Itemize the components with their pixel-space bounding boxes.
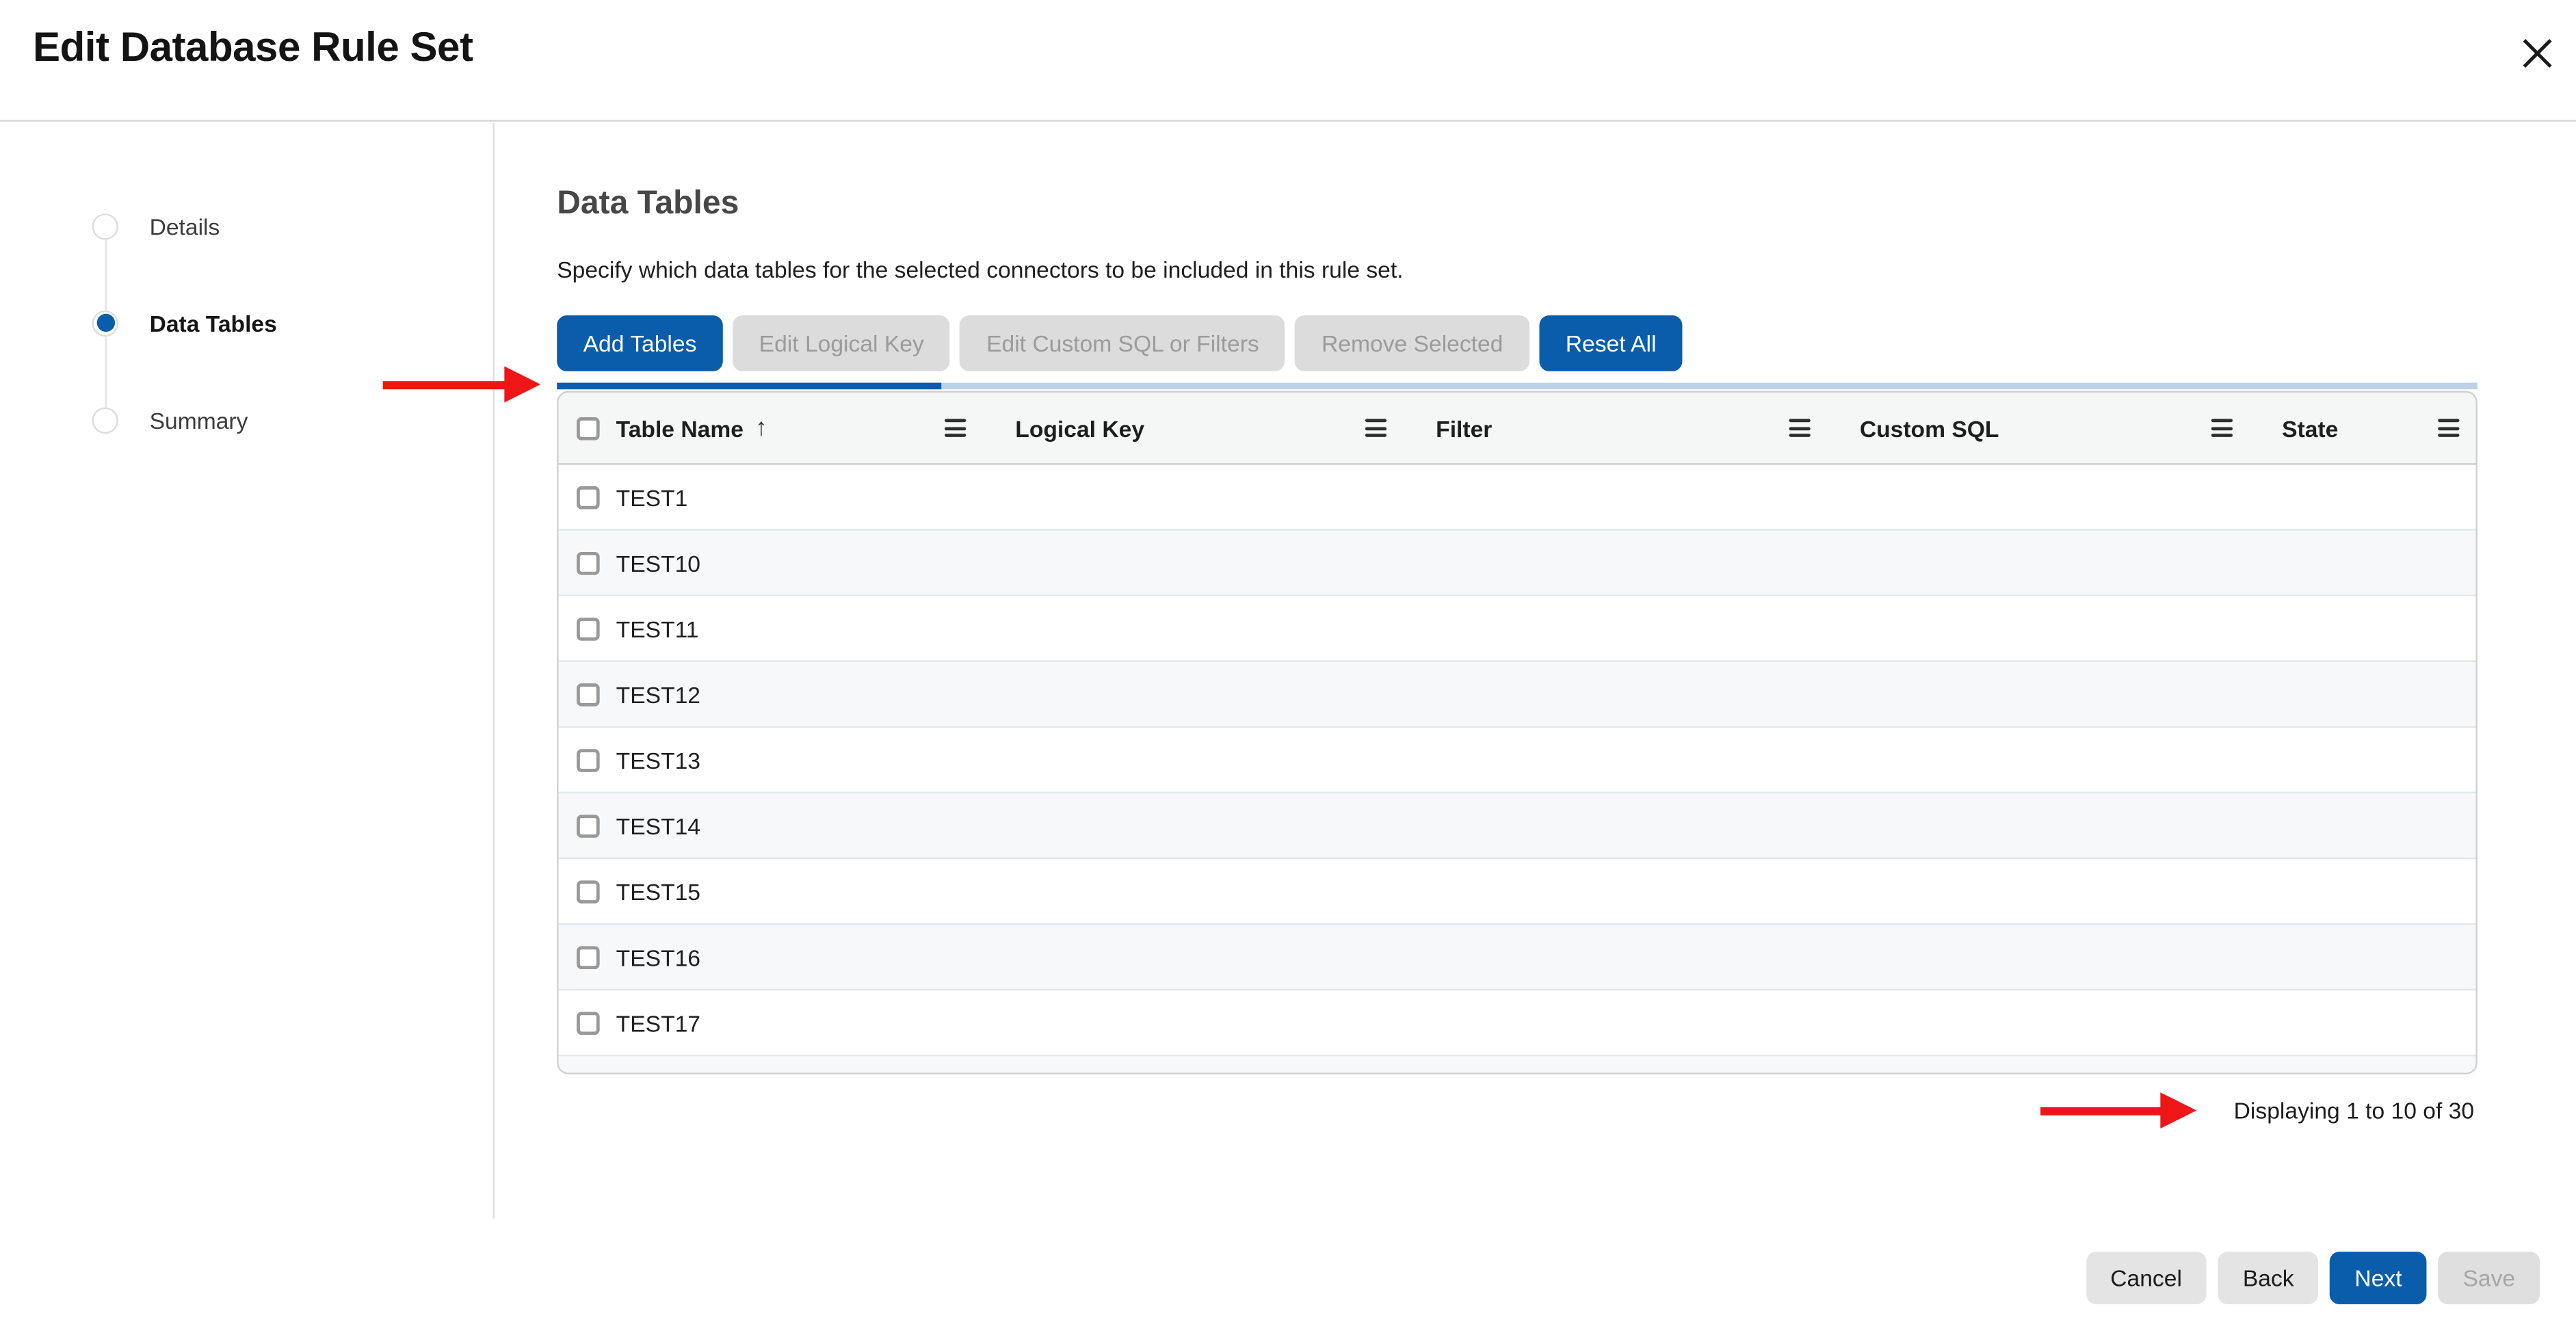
row-checkbox[interactable] (577, 617, 600, 640)
edit-logical-key-button[interactable]: Edit Logical Key (733, 315, 950, 371)
close-button[interactable] (2517, 33, 2557, 72)
sort-ascending-icon[interactable]: ↑ (755, 414, 767, 442)
stepper-connector-line (105, 239, 107, 309)
table-name-cell: TEST13 (616, 747, 700, 773)
column-header-filter[interactable]: Filter (1403, 393, 1827, 463)
annotation-arrow-pagination-head (2160, 1092, 2196, 1128)
stepper-connector-line (105, 336, 107, 406)
table-toolbar: Add Tables Edit Logical Key Edit Custom … (557, 315, 1683, 371)
edit-custom-sql-filters-button[interactable]: Edit Custom SQL or Filters (960, 315, 1286, 371)
horizontal-scrollbar-track[interactable] (557, 383, 2478, 390)
next-button[interactable]: Next (2330, 1252, 2426, 1304)
step-circle-summary[interactable] (92, 406, 118, 432)
annotation-arrow-toolbar (383, 381, 508, 389)
dialog-title: Edit Database Rule Set (33, 25, 473, 72)
save-button[interactable]: Save (2438, 1252, 2540, 1304)
row-checkbox[interactable] (577, 814, 600, 837)
table-row[interactable]: TEST11 (559, 594, 2476, 660)
step-circle-data-tables[interactable] (92, 310, 118, 336)
table-name-cell: TEST12 (616, 681, 700, 707)
table-header-row: Table Name ↑ Logical Key Filter Custom S… (559, 393, 2476, 465)
row-checkbox[interactable] (577, 945, 600, 968)
wizard-stepper-sidebar: Details Data Tables Summary (0, 122, 495, 1218)
dialog-header: Edit Database Rule Set (0, 0, 2576, 122)
column-menu-icon[interactable] (2211, 419, 2233, 436)
back-button[interactable]: Back (2218, 1252, 2319, 1304)
table-row[interactable]: TEST18 (559, 1055, 2476, 1074)
page-title: Data Tables (557, 185, 739, 223)
table-row[interactable]: TEST12 (559, 661, 2476, 726)
row-checkbox[interactable] (577, 683, 600, 706)
pagination-status: Displaying 1 to 10 of 30 (2234, 1097, 2474, 1123)
cancel-button[interactable]: Cancel (2086, 1252, 2207, 1304)
table-body: TEST1 TEST10 TEST11 TEST12 TEST13 TEST14 (559, 465, 2476, 1074)
reset-all-button[interactable]: Reset All (1539, 315, 1683, 371)
sidebar-step-details[interactable]: Details (150, 211, 220, 241)
column-menu-icon[interactable] (945, 419, 966, 436)
table-name-cell: TEST14 (616, 813, 700, 839)
step-circle-details[interactable] (92, 213, 118, 239)
table-name-cell: TEST11 (616, 615, 699, 641)
row-checkbox[interactable] (577, 1011, 600, 1034)
remove-selected-button[interactable]: Remove Selected (1296, 315, 1529, 371)
horizontal-scrollbar-thumb[interactable] (557, 383, 941, 390)
column-header-logical-key[interactable]: Logical Key (982, 393, 1403, 463)
table-row[interactable]: TEST13 (559, 726, 2476, 792)
edit-database-rule-set-dialog: Edit Database Rule Set Details Data Tabl… (0, 0, 2576, 1320)
column-header-custom-sql[interactable]: Custom SQL (1827, 393, 2249, 463)
annotation-arrow-pagination (2040, 1107, 2166, 1116)
column-menu-icon[interactable] (1365, 419, 1386, 436)
table-name-cell: TEST15 (616, 878, 700, 904)
row-checkbox[interactable] (577, 486, 600, 509)
column-header-table-name[interactable]: Table Name ↑ (559, 393, 983, 463)
table-name-cell: TEST16 (616, 944, 700, 970)
row-checkbox[interactable] (577, 748, 600, 771)
table-row[interactable]: TEST16 (559, 923, 2476, 989)
table-name-cell: TEST1 (616, 484, 688, 510)
table-name-cell: TEST17 (616, 1009, 700, 1035)
table-name-cell: TEST10 (616, 549, 700, 575)
sidebar-step-data-tables[interactable]: Data Tables (150, 308, 277, 337)
row-checkbox[interactable] (577, 551, 600, 575)
dialog-footer: Cancel Back Next Save (2086, 1252, 2540, 1304)
select-all-checkbox[interactable] (577, 417, 600, 440)
table-row[interactable]: TEST10 (559, 529, 2476, 594)
data-tables-table: Table Name ↑ Logical Key Filter Custom S… (557, 391, 2478, 1074)
column-menu-icon[interactable] (1789, 419, 1811, 436)
sidebar-step-summary[interactable]: Summary (150, 405, 248, 434)
table-row[interactable]: TEST17 (559, 989, 2476, 1055)
column-menu-icon[interactable] (2438, 419, 2459, 436)
column-header-state[interactable]: State (2249, 393, 2475, 463)
table-row[interactable]: TEST15 (559, 858, 2476, 923)
table-row[interactable]: TEST14 (559, 792, 2476, 858)
annotation-arrow-toolbar-head (504, 367, 540, 403)
row-checkbox[interactable] (577, 880, 600, 903)
close-icon (2521, 37, 2553, 68)
add-tables-button[interactable]: Add Tables (557, 315, 723, 371)
table-row[interactable]: TEST1 (559, 465, 2476, 529)
page-description: Specify which data tables for the select… (557, 256, 1403, 282)
